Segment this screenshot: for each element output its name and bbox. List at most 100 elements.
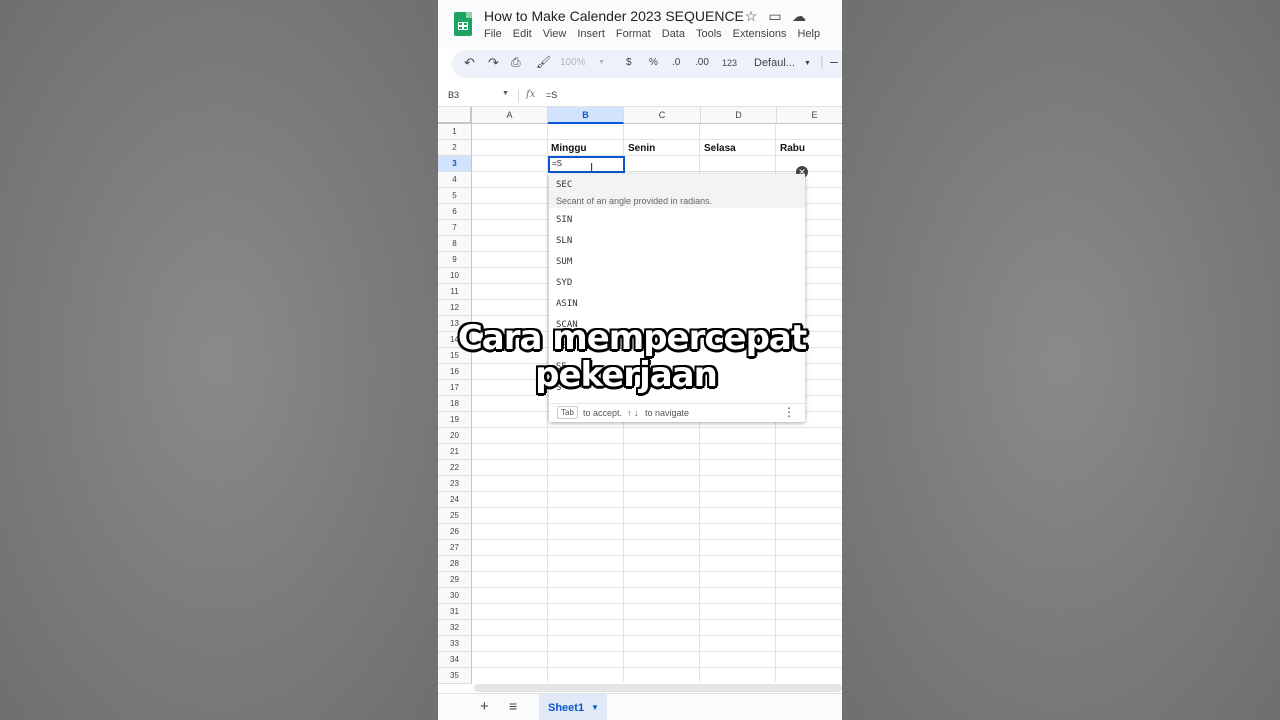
zoom-caret-icon: ▼: [598, 59, 605, 66]
select-all-corner[interactable]: [438, 107, 472, 124]
suggestion-item[interactable]: SUM: [556, 257, 572, 267]
sheets-logo-icon[interactable]: [454, 12, 472, 36]
column-header-a[interactable]: A: [472, 107, 548, 124]
sheet-tab-active[interactable]: Sheet1 ▼: [539, 694, 607, 720]
decrease-decimal-button[interactable]: .0: [672, 57, 680, 68]
menu-edit[interactable]: Edit: [513, 28, 532, 40]
arrow-keys-hint: ↑ ↓: [627, 408, 639, 418]
row-header[interactable]: 31: [438, 604, 472, 620]
formula-input[interactable]: =S: [546, 90, 557, 100]
row-header[interactable]: 35: [438, 668, 472, 684]
font-select[interactable]: Defaul...: [754, 57, 795, 69]
column-header-e[interactable]: E: [777, 107, 842, 124]
row-header[interactable]: 6: [438, 204, 472, 220]
sheet-tab-label: Sheet1: [548, 702, 585, 714]
menu-view[interactable]: View: [543, 28, 567, 40]
autocomplete-footer: Tab to accept. ↑ ↓ to navigate ⋮: [549, 403, 805, 422]
column-header-b[interactable]: B: [548, 107, 624, 124]
suggestion-item[interactable]: SLN: [556, 236, 572, 246]
row-header[interactable]: 7: [438, 220, 472, 236]
row-header[interactable]: 34: [438, 652, 472, 668]
cloud-status-icon[interactable]: ☁: [792, 8, 806, 25]
suggestion-item[interactable]: SYD: [556, 278, 572, 288]
active-cell-text: =S: [552, 159, 563, 168]
number-format-button[interactable]: 123: [722, 58, 737, 68]
background-left: [0, 0, 438, 720]
row-header[interactable]: 33: [438, 636, 472, 652]
column-header-d[interactable]: D: [701, 107, 777, 124]
increase-decimal-button[interactable]: .00: [695, 57, 709, 68]
row-header[interactable]: 28: [438, 556, 472, 572]
cell-d2[interactable]: Selasa: [704, 143, 736, 154]
star-icon[interactable]: ☆: [744, 8, 758, 25]
row-header[interactable]: 27: [438, 540, 472, 556]
font-caret-icon: ▼: [804, 60, 811, 67]
row-header[interactable]: 30: [438, 588, 472, 604]
row-header[interactable]: 18: [438, 396, 472, 412]
row-header[interactable]: 10: [438, 268, 472, 284]
suggestion-selected[interactable]: SEC Secant of an angle provided in radia…: [549, 174, 805, 208]
sheet-tab-caret-icon[interactable]: ▼: [591, 703, 599, 712]
fx-icon: fx: [526, 89, 536, 100]
currency-button[interactable]: $: [626, 57, 632, 68]
row-header[interactable]: 2: [438, 140, 472, 156]
row-header[interactable]: 8: [438, 236, 472, 252]
menu-format[interactable]: Format: [616, 28, 651, 40]
menu-help[interactable]: Help: [797, 28, 820, 40]
tab-key-hint: Tab: [557, 406, 578, 419]
row-header[interactable]: 22: [438, 460, 472, 476]
suggestion-item[interactable]: ASIN: [556, 299, 578, 309]
suggestion-name: SEC: [556, 180, 573, 190]
more-options-icon[interactable]: ⋮: [783, 405, 795, 419]
menu-bar: File Edit View Insert Format Data Tools …: [484, 28, 820, 40]
spreadsheet-app: How to Make Calender 2023 SEQUENCE ☆ ▭ ☁…: [438, 0, 842, 720]
redo-icon[interactable]: ↷: [488, 55, 499, 71]
sheet-bar: + ≡ Sheet1 ▼: [438, 693, 842, 720]
cell-c2[interactable]: Senin: [628, 143, 655, 154]
formula-bar: B3 ▼ fx =S: [438, 86, 842, 107]
row-header[interactable]: 3: [438, 156, 472, 172]
menu-file[interactable]: File: [484, 28, 502, 40]
row-header[interactable]: 25: [438, 508, 472, 524]
paint-format-icon[interactable]: 🖌︎: [536, 55, 551, 69]
navigate-hint: to navigate: [645, 408, 690, 418]
accept-hint: to accept.: [583, 408, 623, 418]
document-title[interactable]: How to Make Calender 2023 SEQUENCE: [484, 8, 744, 24]
title-bar: How to Make Calender 2023 SEQUENCE ☆ ▭ ☁…: [438, 0, 842, 48]
horizontal-scrollbar[interactable]: [474, 684, 842, 692]
row-header[interactable]: 21: [438, 444, 472, 460]
percent-button[interactable]: %: [649, 57, 658, 68]
name-box[interactable]: B3: [448, 90, 459, 100]
print-icon[interactable]: ⎙: [511, 55, 521, 70]
undo-icon[interactable]: ↶: [464, 55, 475, 71]
row-header[interactable]: 26: [438, 524, 472, 540]
move-folder-icon[interactable]: ▭: [768, 8, 782, 25]
menu-data[interactable]: Data: [662, 28, 685, 40]
active-cell-b3[interactable]: =S: [548, 156, 625, 173]
row-header[interactable]: 29: [438, 572, 472, 588]
menu-extensions[interactable]: Extensions: [733, 28, 787, 40]
row-header[interactable]: 9: [438, 252, 472, 268]
row-header[interactable]: 32: [438, 620, 472, 636]
font-size-decrease-icon[interactable]: –: [830, 53, 838, 69]
menu-tools[interactable]: Tools: [696, 28, 722, 40]
suggestion-description: Secant of an angle provided in radians.: [556, 196, 713, 206]
row-header[interactable]: 24: [438, 492, 472, 508]
add-sheet-icon[interactable]: +: [480, 698, 489, 715]
row-header[interactable]: 19: [438, 412, 472, 428]
all-sheets-icon[interactable]: ≡: [509, 698, 517, 714]
row-header[interactable]: 1: [438, 124, 472, 140]
row-header[interactable]: 23: [438, 476, 472, 492]
suggestion-item[interactable]: SIN: [556, 215, 572, 225]
cell-e2[interactable]: Rabu: [780, 143, 805, 154]
row-header[interactable]: 4: [438, 172, 472, 188]
row-header[interactable]: 20: [438, 428, 472, 444]
zoom-select[interactable]: 100%: [560, 57, 586, 68]
name-box-caret-icon[interactable]: ▼: [502, 90, 509, 97]
row-header[interactable]: 12: [438, 300, 472, 316]
column-header-c[interactable]: C: [624, 107, 701, 124]
row-header[interactable]: 5: [438, 188, 472, 204]
row-header[interactable]: 11: [438, 284, 472, 300]
menu-insert[interactable]: Insert: [577, 28, 605, 40]
cell-b2[interactable]: Minggu: [551, 143, 587, 154]
